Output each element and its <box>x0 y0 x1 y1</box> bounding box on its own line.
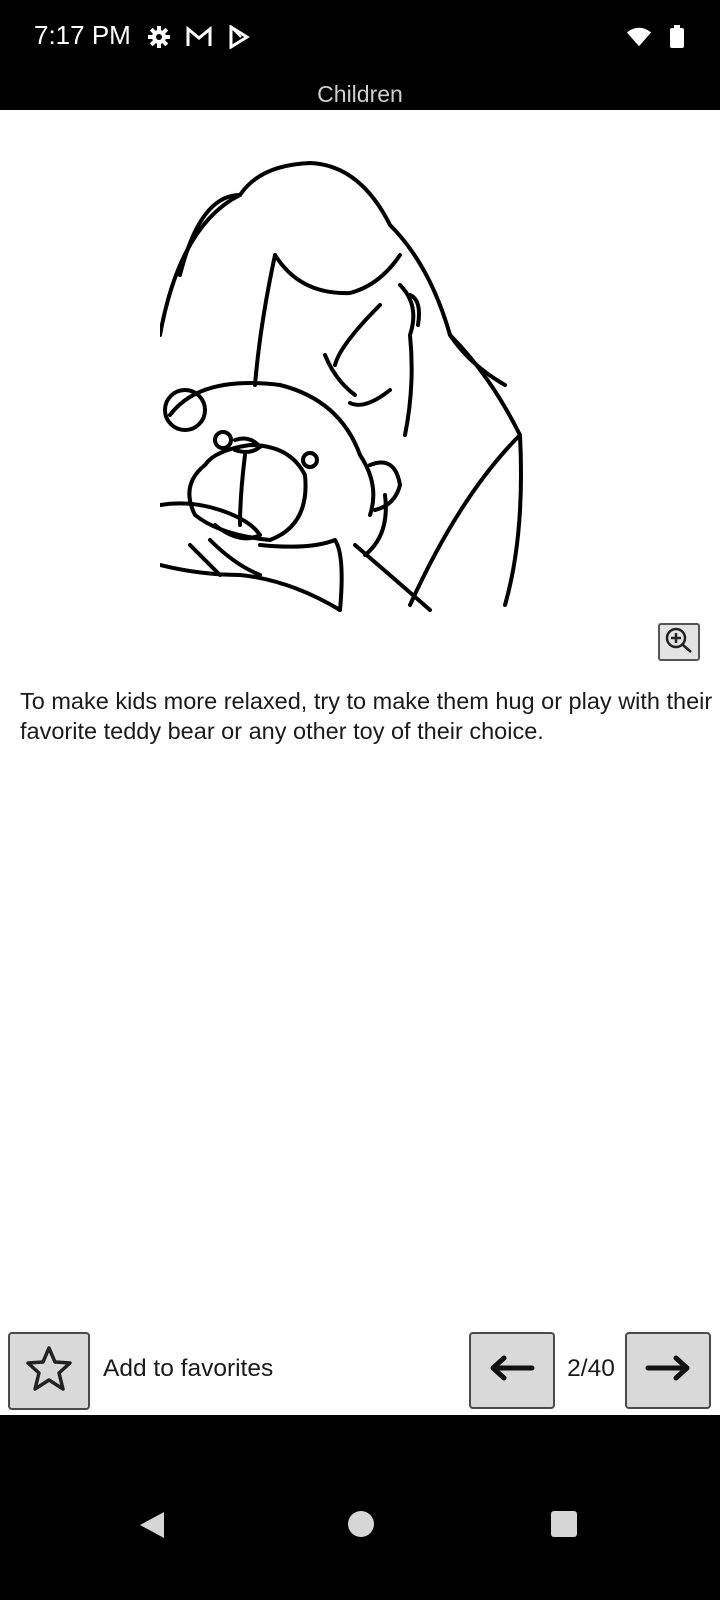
next-button[interactable] <box>625 1332 711 1409</box>
navigation-bar <box>0 1415 720 1600</box>
arrow-right-icon <box>644 1354 692 1387</box>
play-store-icon <box>226 24 252 50</box>
title-bar: Children <box>0 78 720 110</box>
back-icon[interactable] <box>138 1510 166 1545</box>
gmail-icon <box>186 24 212 50</box>
tip-text: To make kids more relaxed, try to make t… <box>20 688 713 744</box>
add-to-favorites-label[interactable]: Add to favorites <box>103 1355 273 1383</box>
bottom-toolbar: Add to favorites 2/40 <box>0 1325 720 1415</box>
add-to-favorites-button[interactable] <box>8 1332 90 1410</box>
battery-icon <box>664 24 690 50</box>
status-bar: 7:17 PM <box>0 0 720 78</box>
arrow-left-icon <box>488 1354 536 1387</box>
status-icons-right <box>626 24 690 50</box>
teddy-bear-hug-illustration <box>160 161 523 612</box>
page-title: Children <box>317 81 403 107</box>
main-content: To make kids more relaxed, try to make t… <box>0 110 720 1415</box>
page-counter: 2/40 <box>567 1355 615 1382</box>
recents-icon[interactable] <box>551 1511 577 1537</box>
previous-button[interactable] <box>469 1332 555 1409</box>
wifi-icon <box>626 24 652 50</box>
zoom-button[interactable] <box>658 623 700 661</box>
settings-icon <box>146 24 172 50</box>
zoom-in-icon <box>664 626 694 659</box>
home-icon[interactable] <box>348 1511 374 1537</box>
status-icons-left <box>146 24 252 50</box>
status-time: 7:17 PM <box>34 20 131 50</box>
star-icon <box>23 1344 75 1399</box>
